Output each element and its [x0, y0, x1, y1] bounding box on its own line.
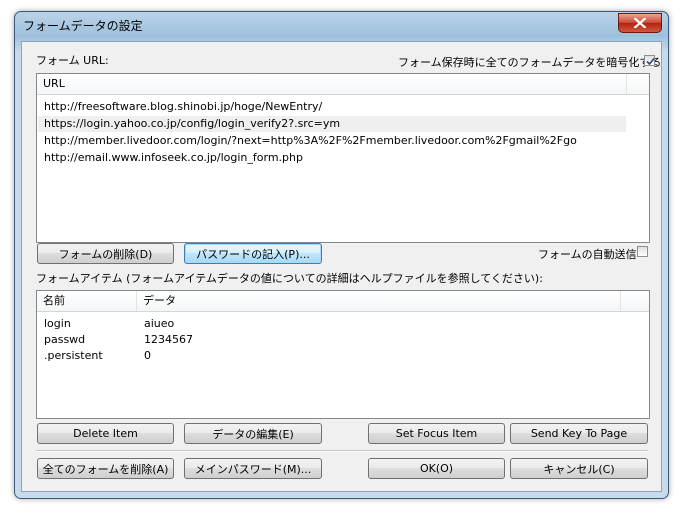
item-data-cell[interactable]: 0 [138, 348, 438, 364]
window-title: フォームデータの設定 [23, 19, 143, 33]
delete-form-button[interactable]: フォームの削除(D) [37, 243, 174, 264]
dialog-window: フォームデータの設定 フォーム URL: フォーム保存時に全てのフォームデータを… [14, 11, 669, 499]
name-column-header[interactable]: 名前 [37, 291, 137, 311]
send-key-to-page-button[interactable]: Send Key To Page [510, 423, 648, 444]
auto-submit-label: フォームの自動送信 [538, 248, 637, 261]
url-list-item[interactable]: https://login.yahoo.co.jp/config/login_v… [38, 116, 626, 132]
ok-button[interactable]: OK(O) [368, 458, 505, 479]
main-password-button[interactable]: メインパスワード(M)... [184, 458, 322, 479]
item-name-cell[interactable]: .persistent [38, 348, 138, 364]
edit-data-button[interactable]: データの編集(E) [184, 423, 322, 444]
auto-submit-checkbox[interactable] [637, 246, 648, 257]
form-items-list[interactable]: 名前 データ login aiueo passwd 1234567 .persi… [36, 290, 650, 419]
url-list-item[interactable]: http://freesoftware.blog.shinobi.jp/hoge… [38, 99, 626, 115]
encrypt-checkbox[interactable] [644, 55, 655, 66]
separator [36, 450, 648, 452]
dialog-client-area: フォーム URL: フォーム保存時に全てのフォームデータを暗号化する URL h… [21, 41, 662, 492]
url-list-header: URL [37, 74, 649, 95]
url-list-item[interactable]: http://member.livedoor.com/login/?next=h… [38, 133, 626, 149]
close-icon [634, 18, 646, 28]
item-data-cell[interactable]: 1234567 [138, 332, 438, 348]
encrypt-checkbox-label: フォーム保存時に全てのフォームデータを暗号化する [398, 56, 662, 69]
data-column-header[interactable]: データ [137, 291, 621, 311]
delete-item-button[interactable]: Delete Item [37, 423, 174, 444]
item-data-cell[interactable]: aiueo [138, 316, 438, 332]
form-items-header: 名前 データ [37, 291, 649, 312]
form-items-label: フォームアイテム (フォームアイテムデータの値についての詳細はヘルプファイルを参… [36, 272, 543, 285]
delete-all-forms-button[interactable]: 全てのフォームを削除(A) [37, 458, 174, 479]
checkmark-icon [646, 57, 655, 66]
close-button[interactable] [618, 13, 662, 33]
item-name-cell[interactable]: passwd [38, 332, 138, 348]
enter-password-button[interactable]: パスワードの記入(P)... [184, 243, 322, 264]
url-column-header[interactable]: URL [37, 74, 627, 94]
url-list[interactable]: URL http://freesoftware.blog.shinobi.jp/… [36, 73, 650, 243]
item-name-cell[interactable]: login [38, 316, 138, 332]
url-list-item[interactable]: http://email.www.infoseek.co.jp/login_fo… [38, 150, 626, 166]
set-focus-item-button[interactable]: Set Focus Item [368, 423, 505, 444]
form-url-label: フォーム URL: [36, 54, 109, 67]
cancel-button[interactable]: キャンセル(C) [510, 458, 648, 479]
